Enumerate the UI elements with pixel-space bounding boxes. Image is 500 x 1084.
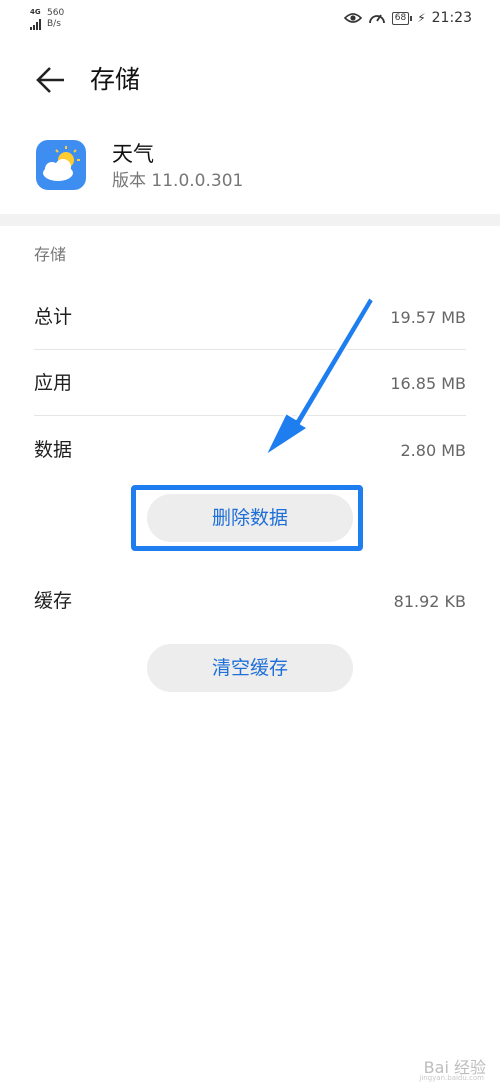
row-value: 81.92 KB	[393, 592, 466, 611]
watermark-url: jingyan.baidu.com	[419, 1074, 484, 1082]
network-type: 4G	[30, 8, 41, 16]
highlight-box	[131, 485, 363, 551]
eye-icon	[343, 13, 362, 23]
row-value: 19.57 MB	[390, 308, 466, 327]
row-label: 应用	[34, 372, 73, 394]
status-bar-left: 4G 560 B/s	[30, 8, 64, 30]
speed-value: 560	[47, 8, 65, 18]
storage-row-app: 应用 16.85 MB	[34, 350, 466, 416]
row-value: 16.85 MB	[390, 374, 466, 393]
clear-cache-button[interactable]: 清空缓存	[147, 644, 353, 692]
speed-unit: B/s	[47, 19, 61, 29]
weather-app-icon	[36, 140, 86, 190]
signal-icon	[30, 18, 41, 30]
app-version: 版本 11.0.0.301	[112, 171, 244, 191]
row-label: 数据	[34, 439, 73, 461]
storage-row-cache: 缓存 81.92 KB	[34, 568, 466, 634]
row-value: 2.80 MB	[400, 441, 467, 460]
battery-icon: 68	[391, 11, 413, 25]
status-bar-right: 68 ⚡ 21:23	[343, 10, 472, 26]
back-arrow-icon[interactable]	[34, 63, 68, 97]
app-bar: 存储	[0, 55, 500, 105]
storage-row-data: 数据 2.80 MB	[34, 417, 466, 483]
clock: 21:23	[431, 10, 472, 26]
charging-icon: ⚡	[417, 11, 426, 25]
row-divider	[34, 415, 466, 416]
network-speed: 560 B/s	[47, 8, 64, 30]
storage-row-total: 总计 19.57 MB	[34, 284, 466, 350]
page-title: 存储	[90, 65, 141, 94]
row-label: 缓存	[34, 590, 73, 612]
app-name: 天气	[112, 142, 154, 166]
status-bar: 4G 560 B/s 68 ⚡ 21:23	[0, 0, 500, 40]
speedometer-icon	[368, 14, 385, 24]
row-label: 总计	[34, 306, 73, 328]
storage-section-label: 存储	[34, 245, 67, 264]
network-indicator: 4G	[30, 8, 41, 30]
section-divider	[0, 214, 500, 226]
